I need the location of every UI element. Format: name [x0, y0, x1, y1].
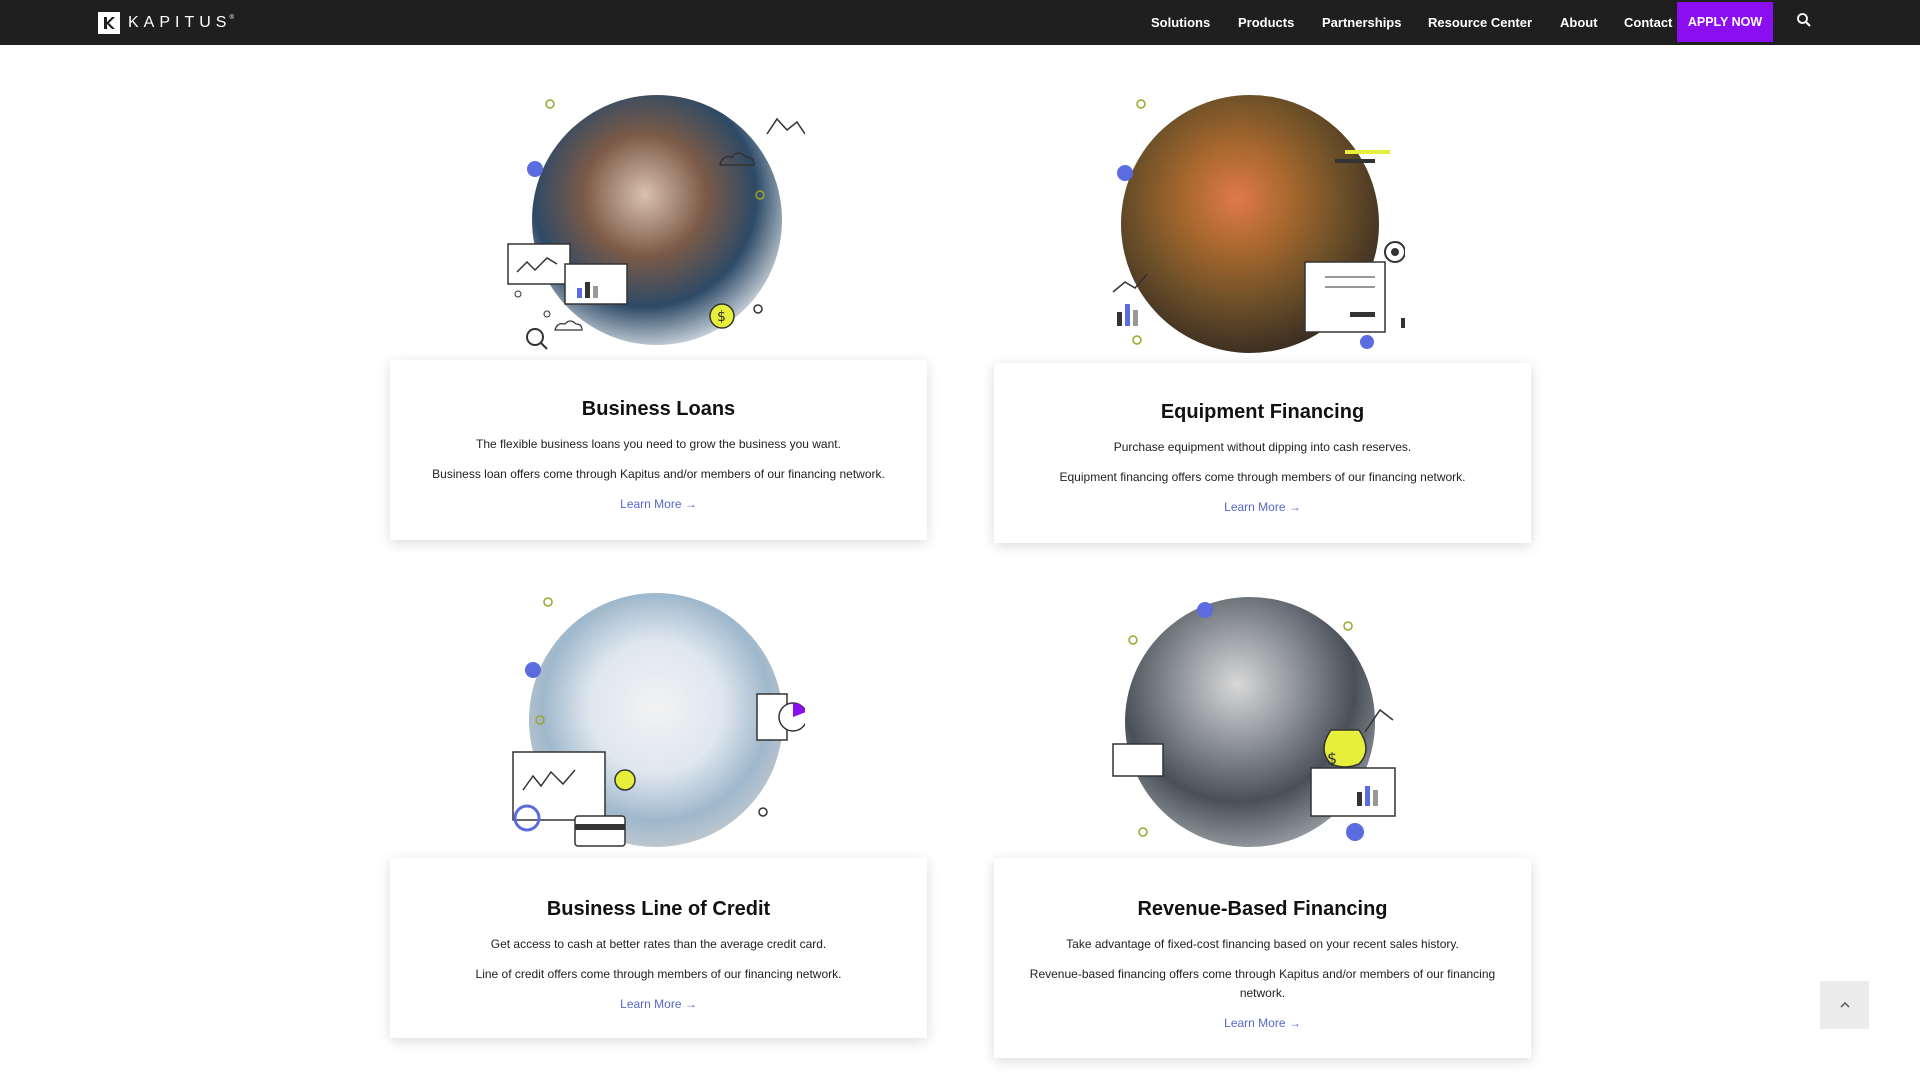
- product-card-business-loans: Business Loans The flexible business loa…: [390, 360, 927, 540]
- search-icon[interactable]: [1796, 12, 1814, 30]
- product-card-equipment-financing: Equipment Financing Purchase equipment w…: [994, 363, 1531, 543]
- revenue-based-financing-illustration: $: [1105, 592, 1405, 852]
- learn-more-link[interactable]: Learn More →: [620, 997, 697, 1011]
- nav-products[interactable]: Products: [1238, 15, 1294, 30]
- line-of-credit-decoration: [512, 597, 805, 847]
- equipment-financing-illustration: [1105, 92, 1405, 353]
- card-title: Equipment Financing: [1160, 401, 1365, 423]
- nav-resource-center[interactable]: Resource Center: [1428, 15, 1532, 30]
- card-description: Take advantage of fixed-cost financing b…: [1066, 937, 1459, 951]
- nav-about[interactable]: About: [1560, 15, 1598, 30]
- equipment-financing-decoration: [1112, 99, 1405, 349]
- line-of-credit-illustration: [505, 590, 805, 850]
- card-description: Get access to cash at better rates than …: [490, 937, 827, 951]
- card-description: The flexible business loans you need to …: [476, 437, 841, 451]
- logo-wordmark: KAPITUS: [128, 14, 232, 31]
- learn-more-link[interactable]: Learn More →: [1224, 500, 1301, 514]
- logo-trademark: ®: [229, 15, 234, 21]
- scroll-to-top-button[interactable]: [1820, 981, 1869, 1029]
- kapitus-logo-icon: [98, 12, 120, 34]
- card-disclaimer: Business loan offers come through Kapitu…: [432, 467, 885, 481]
- card-title: Business Loans: [581, 398, 736, 420]
- business-loans-illustration: $: [505, 92, 805, 352]
- card-title: Business Line of Credit: [546, 898, 771, 920]
- chevron-up-icon: [1839, 1001, 1850, 1008]
- nav-partnerships[interactable]: Partnerships: [1322, 15, 1401, 30]
- learn-more-link[interactable]: Learn More →: [620, 497, 697, 511]
- nav-solutions[interactable]: Solutions: [1151, 15, 1210, 30]
- business-loans-decoration: $: [507, 99, 805, 350]
- nav-contact[interactable]: Contact: [1624, 15, 1672, 30]
- card-title: Revenue-Based Financing: [1137, 898, 1388, 920]
- card-disclaimer: Equipment financing offers come through …: [1059, 470, 1466, 484]
- top-navbar: KAPITUS ® Solutions Products Partnership…: [0, 0, 1920, 45]
- card-description: Purchase equipment without dipping into …: [1113, 440, 1412, 454]
- card-disclaimer: Revenue-based financing offers come thro…: [1029, 967, 1496, 1000]
- apply-now-button[interactable]: APPLY NOW: [1677, 2, 1773, 42]
- svg-text:$: $: [1327, 749, 1337, 768]
- card-disclaimer: Line of credit offers come through membe…: [475, 967, 842, 981]
- revenue-based-financing-decoration: $: [1112, 602, 1396, 841]
- product-card-revenue-based-financing: Revenue-Based Financing Take advantage o…: [994, 858, 1531, 1058]
- product-card-line-of-credit: Business Line of Credit Get access to ca…: [390, 858, 927, 1038]
- learn-more-link[interactable]: Learn More →: [1224, 1016, 1301, 1030]
- svg-text:$: $: [717, 309, 726, 325]
- kapitus-logo[interactable]: KAPITUS ®: [98, 12, 234, 34]
